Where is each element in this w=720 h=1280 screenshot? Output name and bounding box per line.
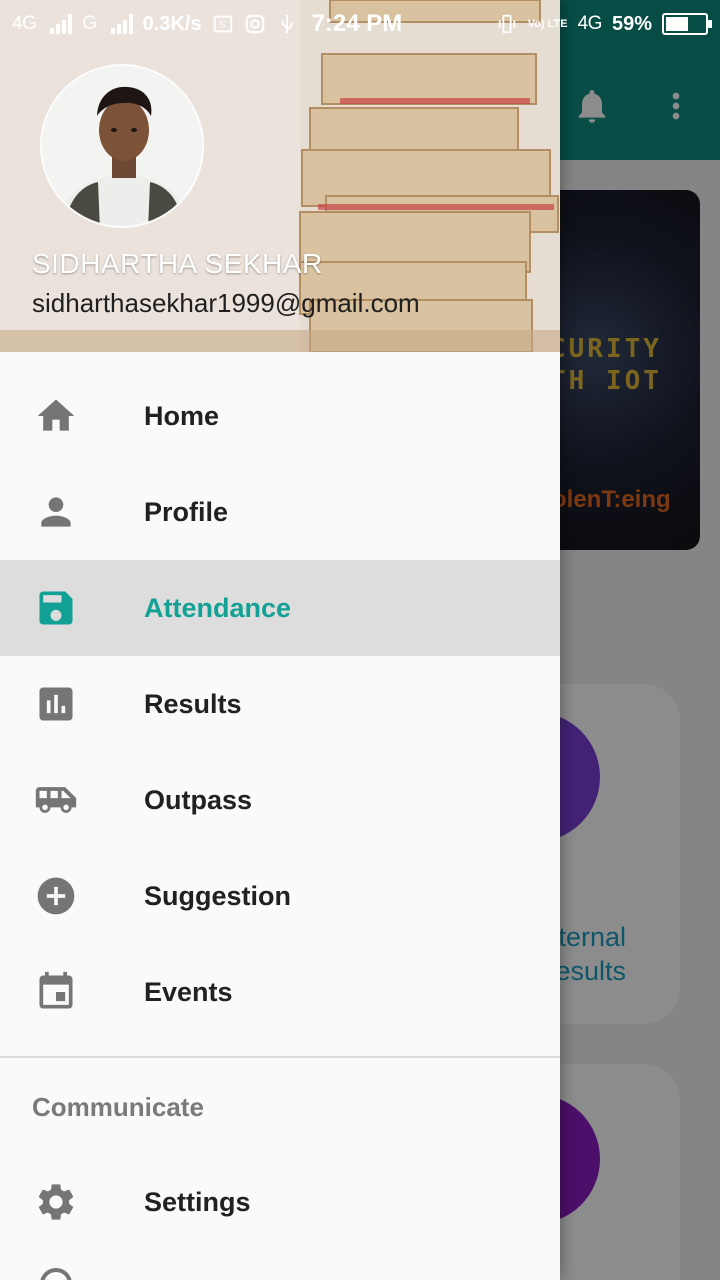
settings-icon [32,1178,80,1226]
drawer-header: SIDHARTHA SEKHAR sidharthasekhar1999@gma… [0,0,560,352]
network-type-1: 4G [12,13,37,34]
volte-indicator: Vo) LTE [527,17,568,30]
signal-strength-icon [50,14,73,34]
drawer-item-label: Events [144,976,233,1007]
profile-photo [42,66,202,226]
user-name: SIDHARTHA SEKHAR [32,248,323,279]
network-type-3: 4G [577,13,603,34]
usb-icon [281,14,293,34]
save-icon [32,584,80,632]
partial-next-item-icon [40,1268,72,1280]
drawer-item-label: Outpass [144,784,253,815]
network-speed: 0.3K/s [142,12,202,35]
status-bar: 4G G 0.3K/s S 7:24 PM Vo) LTE 4G 59% [0,0,720,48]
avatar[interactable] [40,64,204,228]
drawer-item-label: Home [144,400,220,431]
drawer-item-home[interactable]: Home [0,368,560,464]
drawer-item-outpass[interactable]: Outpass [0,752,560,848]
section-title-communicate: Communicate [32,1092,204,1122]
drawer-item-label: Settings [144,1186,251,1217]
drawer-item-attendance[interactable]: Attendance [0,560,560,656]
battery-icon [662,13,712,35]
drawer-item-label: Profile [144,496,229,527]
signal-strength-icon-2 [110,14,133,34]
bar-chart-icon [32,680,80,728]
drawer-item-settings[interactable]: Settings [0,1154,560,1250]
user-email: sidharthasekhar1999@gmail.com [32,288,420,318]
drawer-item-profile[interactable]: Profile [0,464,560,560]
drawer-divider [0,1056,560,1058]
drawer-item-label: Results [144,688,242,719]
network-type-2: G [82,13,97,34]
drawer-item-label: Attendance [144,592,292,623]
drawer-menu-communicate: Settings [0,1154,560,1250]
drawer-item-label: Suggestion [144,880,291,911]
event-icon [32,968,80,1016]
person-icon [32,488,80,536]
home-icon [32,392,80,440]
battery-percent: 59% [611,12,652,35]
svg-text:S: S [219,20,225,30]
navigation-drawer: SIDHARTHA SEKHAR sidharthasekhar1999@gma… [0,0,560,1280]
clock: 7:24 PM [311,10,403,37]
add-circle-icon [32,872,80,920]
drawer-item-events[interactable]: Events [0,944,560,1040]
drawer-item-results[interactable]: Results [0,656,560,752]
drawer-menu: Home Profile Attendance Results Outpass [0,368,560,1040]
drawer-item-suggestion[interactable]: Suggestion [0,848,560,944]
bus-icon [32,776,80,824]
screenshot-icon: S [213,15,232,33]
vibrate-icon [498,14,515,34]
instagram-icon [245,14,264,34]
